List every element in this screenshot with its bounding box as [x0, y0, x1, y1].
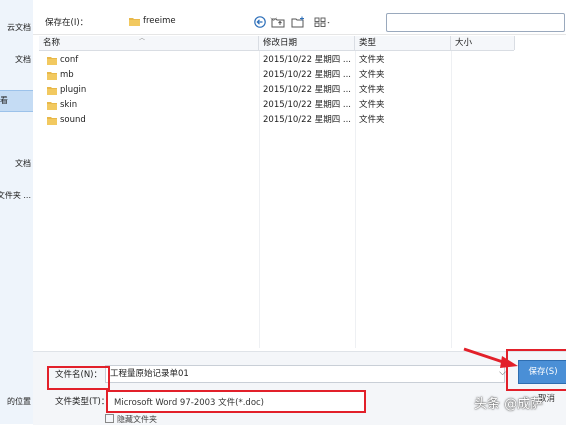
nav-item-label: 文档 — [15, 55, 31, 64]
nav-item-label: 云文档 — [7, 23, 31, 32]
file-name: plugin — [60, 85, 87, 95]
file-type: 文件夹 — [359, 55, 385, 65]
save-in-label: 保存在(I)： — [45, 18, 89, 28]
file-type: 文件夹 — [359, 115, 385, 125]
nav-item-docs-2[interactable]: 文档 — [0, 156, 33, 172]
current-folder: freeime — [143, 16, 176, 26]
file-date: 2015/10/22 星期四 ... — [263, 70, 352, 80]
filename-input[interactable] — [106, 366, 470, 380]
save-button[interactable]: 保存(S) — [518, 360, 566, 384]
nav-item-location[interactable]: 的位置 — [0, 394, 33, 410]
up-folder-icon[interactable] — [271, 16, 285, 28]
hide-folders-toggle[interactable]: 隐藏文件夹 — [105, 414, 157, 425]
folder-icon — [129, 18, 140, 26]
list-item[interactable]: sound 2015/10/22 星期四 ... 文件夹 — [39, 113, 489, 128]
file-name: mb — [60, 70, 74, 80]
file-name: sound — [60, 115, 86, 125]
filetype-value: Microsoft Word 97-2003 文件(*.doc) — [114, 398, 265, 408]
file-date: 2015/10/22 星期四 ... — [263, 85, 352, 95]
file-type: 文件夹 — [359, 100, 385, 110]
file-date: 2015/10/22 星期四 ... — [263, 100, 352, 110]
column-size[interactable]: 大小 — [451, 36, 515, 50]
filetype-select[interactable]: Microsoft Word 97-2003 文件(*.doc) — [106, 390, 366, 413]
filename-field[interactable]: ⌵ — [105, 365, 506, 383]
folder-icon — [47, 102, 57, 110]
file-type: 文件夹 — [359, 85, 385, 95]
folder-icon — [47, 87, 57, 95]
folder-icon — [47, 57, 57, 65]
column-type[interactable]: 类型 — [355, 36, 451, 50]
file-list: conf 2015/10/22 星期四 ... 文件夹 mb 2015/10/2… — [39, 53, 489, 128]
views-menu-icon[interactable] — [314, 16, 332, 28]
toolbar: 保存在(I)： freeime ⌵ — [33, 0, 566, 35]
filetype-label-highlight — [47, 366, 110, 390]
list-item[interactable]: skin 2015/10/22 星期四 ... 文件夹 — [39, 98, 489, 113]
nav-item-label: 文档 — [15, 159, 31, 168]
new-folder-icon[interactable] — [291, 16, 305, 28]
file-date: 2015/10/22 星期四 ... — [263, 55, 352, 65]
folder-icon — [47, 117, 57, 125]
file-date: 2015/10/22 星期四 ... — [263, 115, 352, 125]
hide-folders-label: 隐藏文件夹 — [117, 415, 157, 424]
nav-item-folder[interactable]: 文件夹 ... — [0, 188, 33, 204]
column-date[interactable]: 修改日期 — [259, 36, 355, 50]
watermark: 头条 @成萨 — [474, 397, 544, 412]
list-item[interactable]: conf 2015/10/22 星期四 ... 文件夹 — [39, 53, 489, 68]
checkbox[interactable] — [105, 414, 114, 423]
file-name: skin — [60, 100, 78, 110]
column-header: ︿ 名称 修改日期 类型 大小 — [39, 35, 515, 51]
nav-item-label: 看 — [0, 96, 8, 105]
column-name[interactable]: 名称 — [39, 36, 259, 50]
file-type: 文件夹 — [359, 70, 385, 80]
navigation-pane: 云文档 文档 看 文档 文件夹 ... 的位置 — [0, 0, 33, 424]
list-item[interactable]: plugin 2015/10/22 星期四 ... 文件夹 — [39, 83, 489, 98]
filetype-label: 文件类型(T)： — [55, 397, 110, 407]
file-name: conf — [60, 55, 79, 65]
folder-icon — [47, 72, 57, 80]
nav-item-cloud-docs[interactable]: 云文档 — [0, 20, 33, 36]
back-icon[interactable] — [253, 16, 267, 28]
nav-item-label: 文件夹 ... — [0, 191, 31, 200]
nav-item-docs[interactable]: 文档 — [0, 52, 33, 68]
search-input[interactable] — [386, 13, 565, 32]
nav-item-selected[interactable]: 看 — [0, 90, 33, 112]
nav-item-label: 的位置 — [7, 397, 31, 406]
list-item[interactable]: mb 2015/10/22 星期四 ... 文件夹 — [39, 68, 489, 83]
